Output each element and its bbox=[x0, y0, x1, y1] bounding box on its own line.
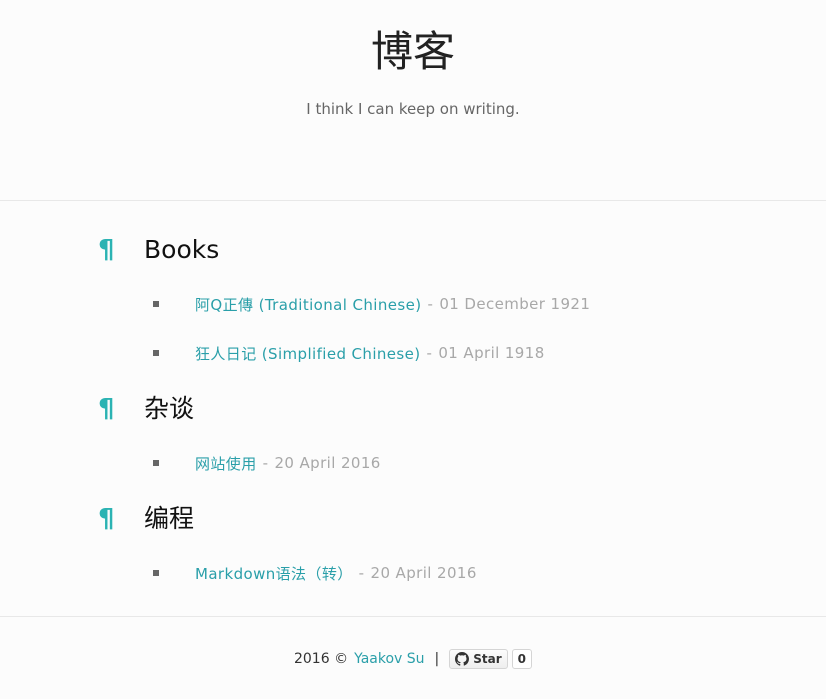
bullet-icon bbox=[153, 301, 159, 307]
post-date: 01 April 1918 bbox=[438, 344, 545, 362]
section-title: Books bbox=[144, 235, 220, 264]
bullet-icon bbox=[153, 570, 159, 576]
section-title: 杂谈 bbox=[144, 394, 195, 423]
site-header: 博客 I think I can keep on writing. bbox=[0, 0, 826, 200]
bullet-icon bbox=[153, 460, 159, 466]
footer-separator: | bbox=[434, 651, 440, 667]
section-heading-misc: ¶ 杂谈 bbox=[98, 392, 194, 426]
list-item: 阿Q正傳 (Traditional Chinese) - 01 December… bbox=[153, 293, 590, 315]
star-label: Star bbox=[473, 652, 502, 666]
post-link[interactable]: 狂人日记 (Simplified Chinese) bbox=[195, 343, 421, 364]
list-item: Markdown语法（转） - 20 April 2016 bbox=[153, 562, 477, 584]
post-date: 01 December 1921 bbox=[439, 295, 591, 313]
section-title: 编程 bbox=[144, 504, 195, 533]
site-subtitle: I think I can keep on writing. bbox=[306, 100, 520, 118]
pilcrow-icon[interactable]: ¶ bbox=[98, 235, 144, 265]
pilcrow-icon[interactable]: ¶ bbox=[98, 394, 144, 424]
star-count[interactable]: 0 bbox=[511, 649, 533, 669]
bullet-icon bbox=[153, 350, 159, 356]
post-link[interactable]: 阿Q正傳 (Traditional Chinese) bbox=[195, 294, 421, 315]
site-footer: 2016 © Yaakov Su | Star 0 bbox=[0, 646, 826, 672]
author-link[interactable]: Yaakov Su bbox=[354, 651, 424, 667]
section-heading-books: ¶ Books bbox=[98, 233, 219, 267]
post-date: 20 April 2016 bbox=[370, 564, 477, 582]
post-separator: - bbox=[427, 295, 434, 313]
post-separator: - bbox=[426, 344, 433, 362]
copyright-text: 2016 © bbox=[293, 651, 349, 667]
list-item: 狂人日记 (Simplified Chinese) - 01 April 191… bbox=[153, 342, 545, 364]
site-title: 博客 bbox=[370, 27, 455, 76]
github-icon bbox=[455, 652, 470, 666]
section-heading-programming: ¶ 编程 bbox=[98, 502, 194, 536]
post-link[interactable]: 网站使用 bbox=[195, 453, 257, 474]
header-divider bbox=[0, 200, 826, 201]
github-star-button[interactable]: Star bbox=[449, 649, 508, 669]
pilcrow-icon[interactable]: ¶ bbox=[98, 504, 144, 534]
post-separator: - bbox=[358, 564, 365, 582]
list-item: 网站使用 - 20 April 2016 bbox=[153, 452, 381, 474]
footer-divider bbox=[0, 616, 826, 617]
post-date: 20 April 2016 bbox=[274, 454, 381, 472]
post-separator: - bbox=[262, 454, 269, 472]
post-link[interactable]: Markdown语法（转） bbox=[195, 563, 353, 584]
